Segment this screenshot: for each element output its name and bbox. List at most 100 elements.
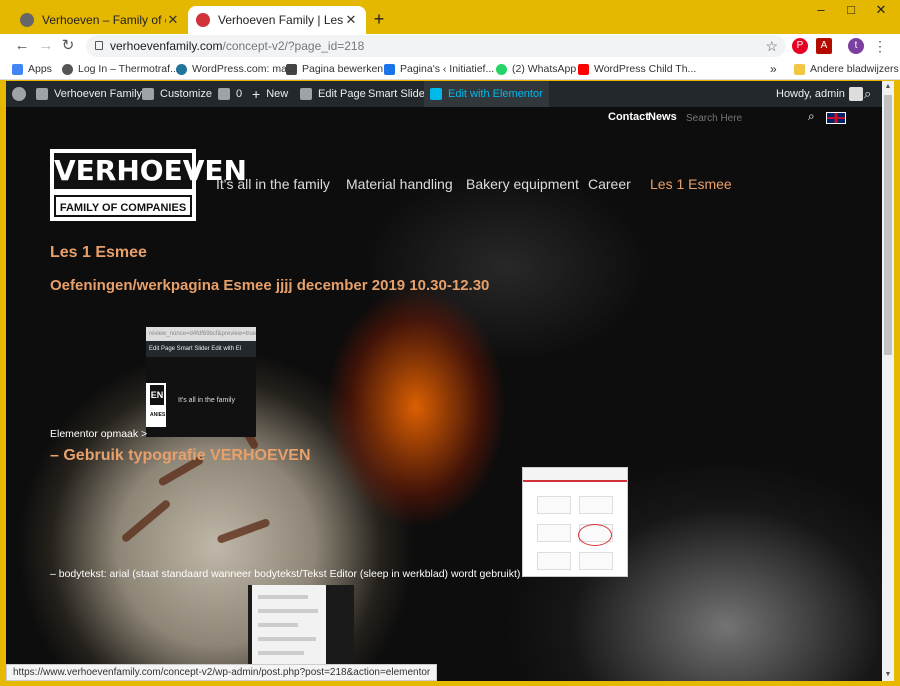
admin-search-icon[interactable]: ⌕ <box>864 81 871 107</box>
bookmark-star-icon[interactable]: ☆ <box>765 35 778 57</box>
bookmark-login-thermotraf[interactable]: Log In – Thermotraf... <box>62 61 179 77</box>
avatar <box>848 87 863 101</box>
bodytext-instruction: – bodytekst: arial (staat standaard wann… <box>50 568 530 580</box>
admin-customize-link[interactable]: Customize <box>142 81 212 107</box>
bookmark-paginas-initiatief[interactable]: Pagina's ‹ Initiatief... <box>384 61 494 77</box>
pdf-icon[interactable]: A <box>816 38 832 54</box>
brush-icon <box>142 88 154 100</box>
widget-cell <box>537 496 571 514</box>
thumb-panel-header <box>523 468 627 482</box>
logo-sub-text: FAMILY OF COMPANIES <box>54 195 192 217</box>
nav-item-career[interactable]: Career <box>588 176 631 192</box>
admin-elementor-link[interactable]: Edit with Elementor <box>424 81 549 107</box>
admin-smart-slider-link[interactable]: Smart Slider <box>368 81 429 107</box>
bookmarks-bar: WordPress Child Th... (2) WhatsApp Pagina'… <box>0 58 900 80</box>
more-bookmarks-button[interactable]: » <box>770 61 777 77</box>
widget-cell <box>537 524 571 542</box>
bookmark-label: WordPress Child Th... <box>594 63 697 75</box>
address-bar[interactable]: verhoevenfamily.com/concept-v2/?page_id=… <box>86 35 786 57</box>
tab-title: Verhoeven Family | Les 1 Esmee <box>218 13 344 27</box>
youtube-icon <box>578 63 589 75</box>
admin-new-label: New <box>266 88 289 100</box>
browser-toolbar: ← → ↻ verhoevenfamily.com/concept-v2/?pa… <box>0 34 900 58</box>
nav-item-les-1-esmee[interactable]: Les 1 Esmee <box>650 176 732 192</box>
wordpress-logo-icon[interactable] <box>12 81 26 107</box>
bookmark-pagina-bewerken[interactable]: Pagina bewerken <box>286 61 383 77</box>
thumb-tagline: It's all in the family <box>178 397 235 404</box>
scroll-down-icon[interactable]: ▼ <box>882 669 894 681</box>
uk-flag-icon[interactable] <box>826 112 846 124</box>
scrollbar-thumb[interactable] <box>884 95 892 355</box>
verhoeven-favicon-icon <box>20 13 34 27</box>
whatsapp-icon <box>496 63 507 75</box>
other-bookmarks-folder[interactable]: Andere bladwijzers <box>794 61 899 77</box>
bookmark-label: WordPress.com: ma... <box>192 63 296 75</box>
bookmark-apps[interactable]: Apps <box>12 61 52 77</box>
status-url: https://www.verhoevenfamily.com/concept-… <box>6 664 438 681</box>
elementor-icon <box>430 88 442 100</box>
screenshot-thumbnail-elementor[interactable]: review_nonce=d4fdf69bcf&preview=true Edi… <box>146 327 256 437</box>
admin-account-link[interactable]: Howdy, admin <box>776 81 863 107</box>
reload-icon[interactable]: ↻ <box>58 36 78 56</box>
apps-grid-icon <box>12 63 23 75</box>
screenshot-thumbnail-widgets[interactable] <box>522 467 628 577</box>
news-link[interactable]: News <box>648 111 677 123</box>
bookmark-wordpress-com[interactable]: WordPress.com: ma... <box>176 61 296 77</box>
nav-item-bakery-equipment[interactable]: Bakery equipment <box>466 176 579 192</box>
search-icon[interactable]: ⌕ <box>808 109 815 124</box>
folder-icon <box>794 63 805 75</box>
panel-line <box>258 609 318 613</box>
bookmark-label: Pagina's ‹ Initiatief... <box>400 63 495 75</box>
tab-les-1-esmee[interactable]: Verhoeven Family | Les 1 Esmee ✕ <box>188 6 366 34</box>
menu-kebab-icon[interactable]: ⋮ <box>870 36 890 56</box>
nav-item-family[interactable]: It's all in the family <box>216 176 330 192</box>
new-tab-button[interactable]: + <box>371 9 387 30</box>
site-logo[interactable]: VERHOEVEN FAMILY OF COMPANIES <box>50 149 247 221</box>
plus-icon: + <box>252 86 261 102</box>
widget-cell <box>579 496 613 514</box>
dashboard-icon <box>36 88 48 100</box>
wp-admin-bar: Verhoeven Family Customize 0 + New Edit P… <box>6 81 882 107</box>
widget-cell <box>579 552 613 570</box>
tab-strip: Verhoeven – Family of compagn ✕ Verhoeve… <box>0 0 900 34</box>
typography-heading: – Gebruik typografie VERHOEVEN <box>50 447 311 464</box>
panel-line <box>258 623 298 627</box>
close-tab-icon[interactable]: ✕ <box>166 12 180 28</box>
back-arrow-icon[interactable]: ← <box>12 36 32 56</box>
admin-customize-label: Customize <box>160 88 212 100</box>
thumb-logo: EN ANIES <box>146 383 166 427</box>
pinterest-icon[interactable]: P <box>792 38 808 54</box>
bookmark-label: Pagina bewerken <box>302 63 384 75</box>
url-host: verhoevenfamily.com <box>110 39 223 53</box>
admin-howdy-label: Howdy, admin <box>776 88 845 100</box>
forward-arrow-icon[interactable]: → <box>36 36 56 56</box>
page-subtitle: Oefeningen/werkpagina Esmee jjjj decembe… <box>50 277 490 294</box>
admin-edit-page-link[interactable]: Edit Page <box>300 81 366 107</box>
panel-line <box>258 637 316 641</box>
close-window-button[interactable]: ✕ <box>866 2 896 24</box>
site-search-input[interactable] <box>686 110 822 126</box>
admin-site-link[interactable]: Verhoeven Family <box>36 81 142 107</box>
maximize-button[interactable]: □ <box>836 2 866 24</box>
admin-comments-link[interactable]: 0 <box>218 81 242 107</box>
contact-link[interactable]: Contact <box>608 111 649 123</box>
profile-avatar[interactable]: t <box>848 38 864 54</box>
page-viewport: Verhoeven Family Customize 0 + New Edit P… <box>6 81 882 681</box>
close-tab-icon[interactable]: ✕ <box>344 12 358 28</box>
browser-window: Verhoeven – Family of compagn ✕ Verhoeve… <box>0 0 900 686</box>
widget-cell <box>537 552 571 570</box>
admin-new-link[interactable]: + New <box>252 81 288 107</box>
panel-line <box>258 595 308 599</box>
admin-edit-page-label: Edit Page <box>318 88 366 100</box>
minimize-button[interactable]: – <box>806 2 836 24</box>
nav-item-material-handling[interactable]: Material handling <box>346 176 453 192</box>
thumb-url-bar: review_nonce=d4fdf69bcf&preview=true <box>146 327 256 341</box>
scroll-up-icon[interactable]: ▲ <box>882 81 894 93</box>
bookmark-wordpress-child[interactable]: WordPress Child Th... <box>578 61 696 77</box>
bookmark-whatsapp[interactable]: (2) WhatsApp <box>496 61 576 77</box>
tab-verhoeven-family[interactable]: Verhoeven – Family of compagn ✕ <box>12 6 188 34</box>
pencil-icon <box>300 88 312 100</box>
vertical-scrollbar[interactable]: ▲ ▼ <box>882 81 894 681</box>
bookmark-label: Log In – Thermotraf... <box>78 63 179 75</box>
bread-score-mark <box>120 498 172 544</box>
